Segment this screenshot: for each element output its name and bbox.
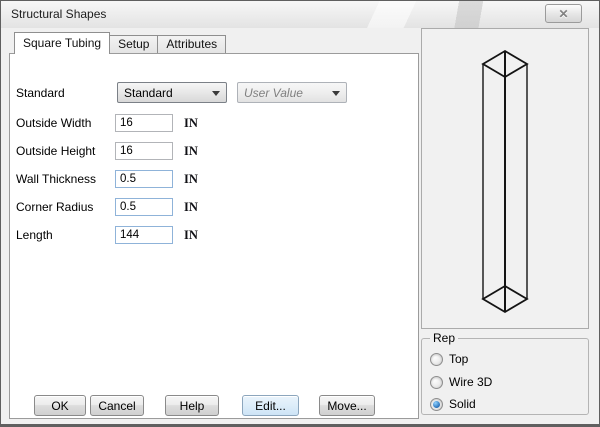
close-icon: ✕ [558, 6, 569, 21]
outside-height-unit: IN [184, 144, 198, 158]
outside-width-input[interactable] [115, 114, 173, 132]
tab-square-tubing[interactable]: Square Tubing [14, 32, 111, 54]
rep-group-label: Rep [430, 331, 459, 345]
radio-icon [430, 375, 443, 389]
radio-label-top: Top [449, 352, 469, 366]
title-bar: Structural Shapes ✕ [1, 1, 599, 28]
square-tubing-wireframe-icon [481, 49, 529, 314]
radio-icon [430, 397, 443, 411]
tab-setup[interactable]: Setup [109, 35, 159, 53]
preview-viewport [421, 28, 589, 329]
tab-attributes[interactable]: Attributes [157, 35, 227, 53]
radio-label-wire-3d: Wire 3D [449, 375, 493, 389]
edit-button[interactable]: Edit... [242, 395, 299, 416]
outside-height-input[interactable] [115, 142, 173, 160]
wall-thickness-unit: IN [184, 172, 198, 186]
radio-option-solid[interactable]: Solid [430, 396, 476, 412]
ok-button[interactable]: OK [34, 395, 86, 416]
structural-shapes-dialog: Structural Shapes ✕ Square Tubing Setup … [0, 0, 600, 427]
chevron-down-icon [332, 91, 340, 96]
outside-width-unit: IN [184, 116, 198, 130]
standard-dropdown[interactable]: Standard [117, 82, 227, 103]
radio-option-wire-3d[interactable]: Wire 3D [430, 374, 492, 390]
radio-icon [430, 352, 443, 366]
length-input[interactable] [115, 226, 173, 244]
corner-radius-input[interactable] [115, 198, 173, 216]
close-button[interactable]: ✕ [545, 4, 582, 23]
window-title: Structural Shapes [11, 7, 107, 21]
help-button[interactable]: Help [165, 395, 219, 416]
move-button[interactable]: Move... [319, 395, 375, 416]
wall-thickness-label: Wall Thickness [16, 172, 97, 186]
radio-option-top[interactable]: Top [430, 351, 468, 367]
chevron-down-icon [212, 91, 220, 96]
user-value-dropdown-value: User Value [244, 85, 303, 100]
cancel-button[interactable]: Cancel [90, 395, 144, 416]
outside-width-label: Outside Width [16, 116, 92, 130]
user-value-dropdown: User Value [237, 82, 347, 103]
outside-height-label: Outside Height [16, 144, 96, 158]
rep-groupbox: Rep Top Wire 3D Solid [421, 331, 589, 415]
length-unit: IN [184, 228, 198, 242]
radio-label-solid: Solid [449, 397, 476, 411]
standard-dropdown-value: Standard [124, 85, 173, 100]
corner-radius-unit: IN [184, 200, 198, 214]
corner-radius-label: Corner Radius [16, 200, 94, 214]
length-label: Length [16, 228, 53, 242]
wall-thickness-input[interactable] [115, 170, 173, 188]
tab-strip: Square Tubing Setup Attributes [14, 32, 227, 54]
square-tubing-tab-panel: Standard Standard User Value Outside Wid… [9, 53, 419, 419]
standard-label: Standard [16, 86, 65, 100]
